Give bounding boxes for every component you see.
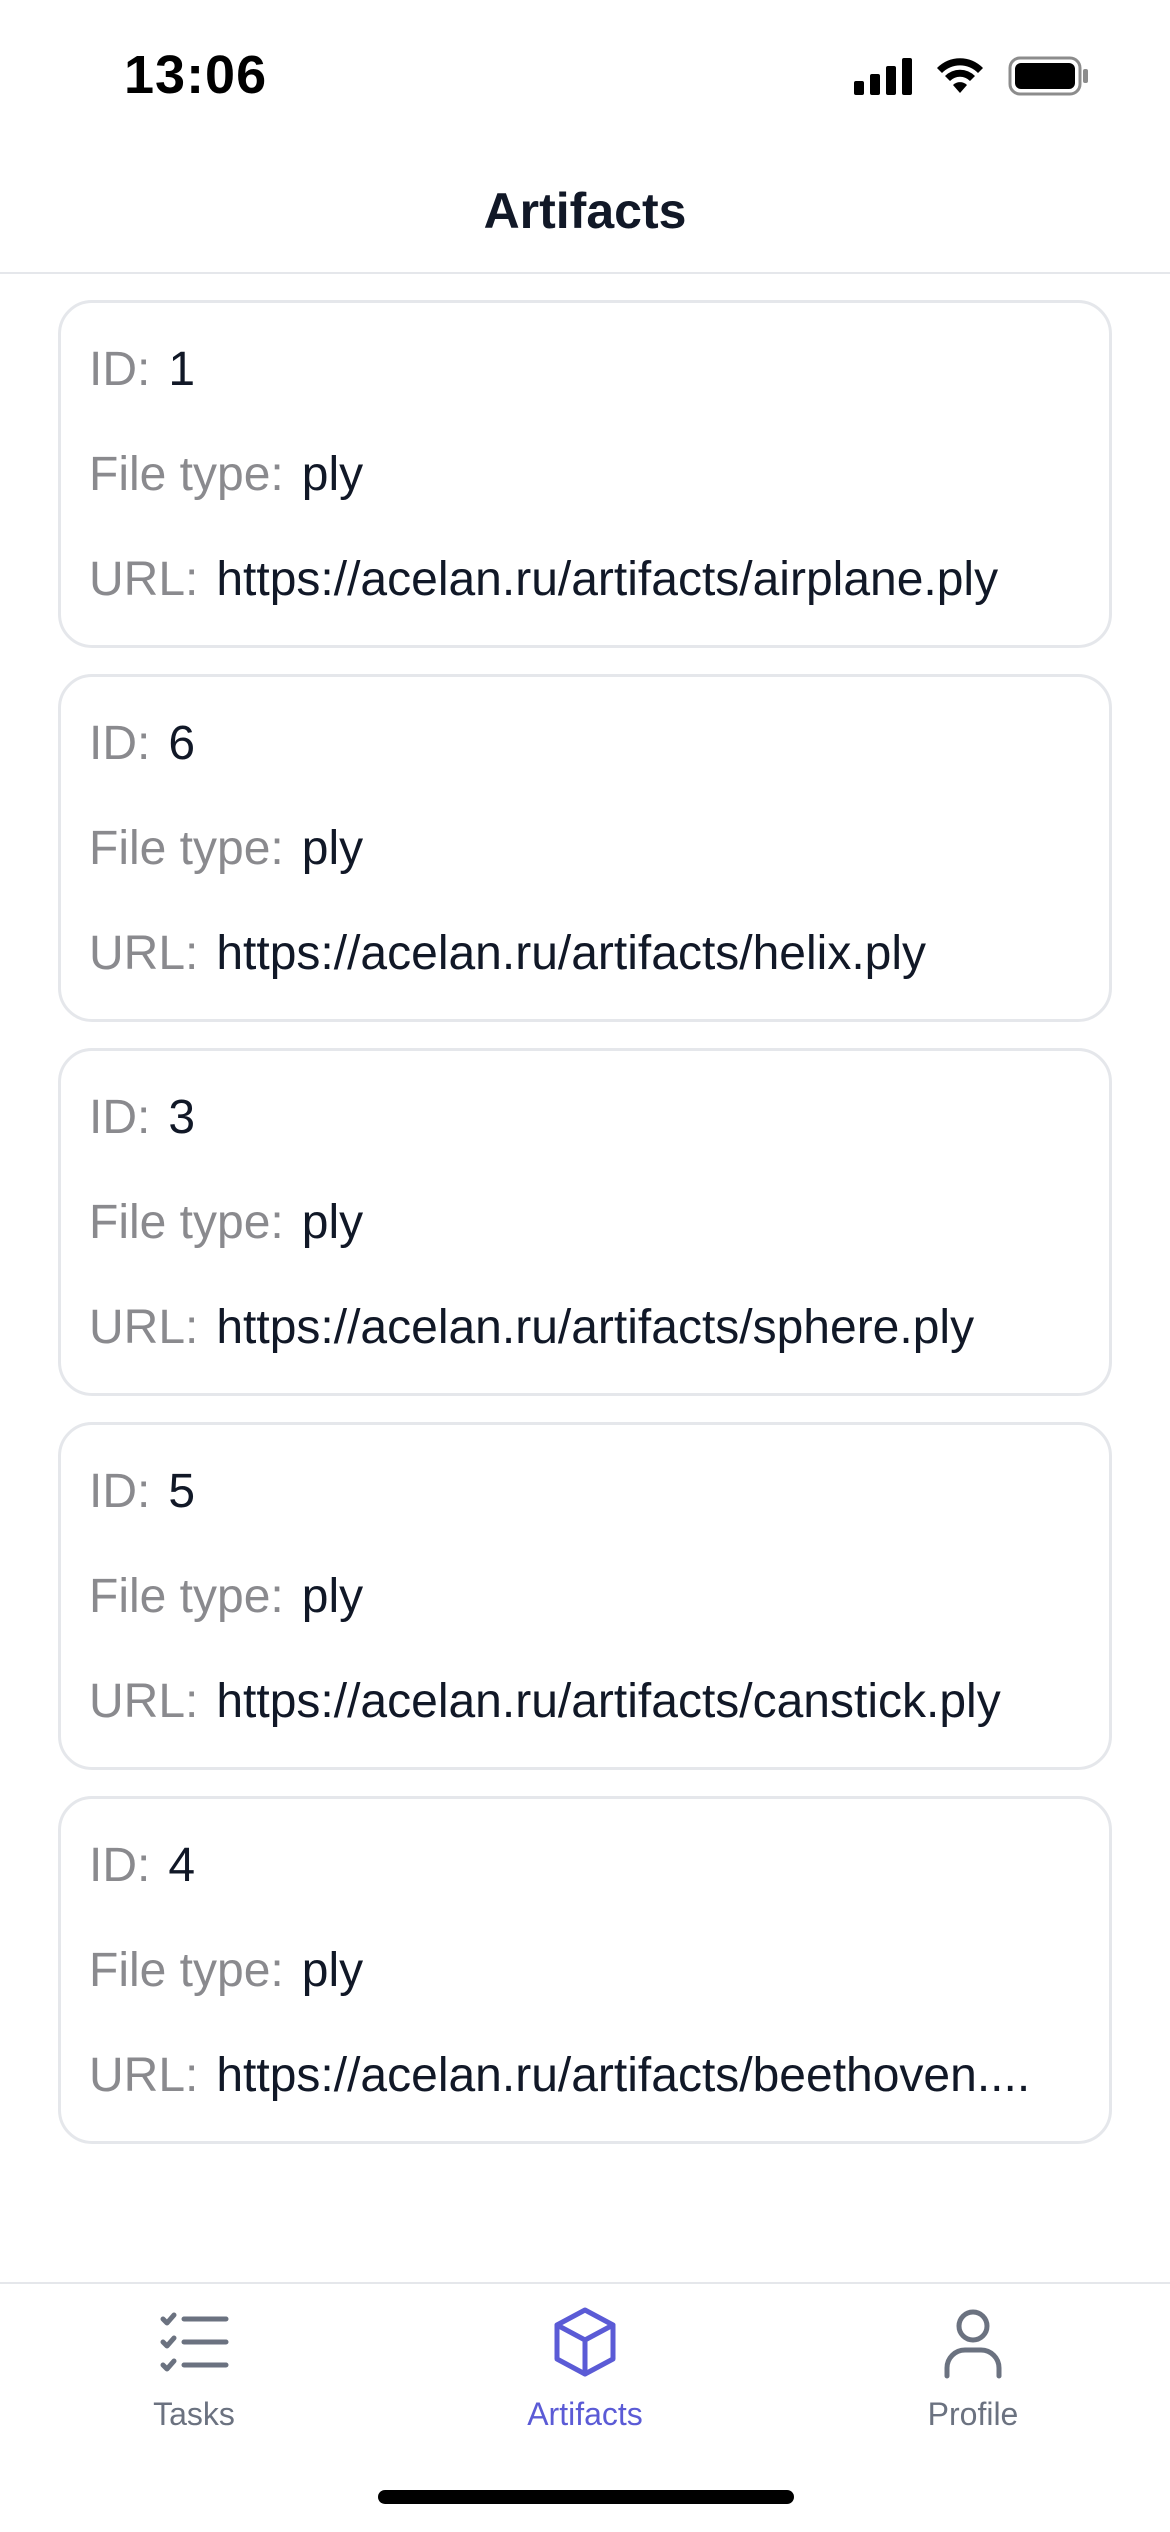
artifact-url: https://acelan.ru/artifacts/beethoven...… — [216, 2049, 1031, 2102]
artifact-url-row: URL: https://acelan.ru/artifacts/airplan… — [89, 551, 1081, 656]
file-type-label: File type: — [89, 822, 284, 875]
artifact-id-row: ID: 1 — [89, 341, 1081, 446]
artifact-file-type: ply — [301, 1570, 364, 1623]
artifact-url-row: URL: https://acelan.ru/artifacts/helix.p… — [89, 925, 1081, 1030]
artifact-id: 6 — [168, 717, 196, 770]
artifact-card[interactable]: ID: 3 File type: ply URL: https://acelan… — [58, 1048, 1112, 1396]
artifact-list[interactable]: ID: 1 File type: ply URL: https://acelan… — [58, 300, 1112, 2170]
url-label: URL: — [89, 2049, 199, 2102]
id-label: ID: — [89, 1839, 151, 1892]
artifact-id: 3 — [168, 1091, 196, 1144]
artifact-file-type-row: File type: ply — [89, 1942, 1081, 2047]
tab-label: Profile — [927, 2396, 1019, 2432]
tab-artifacts[interactable]: Artifacts — [435, 2304, 735, 2433]
artifact-id: 1 — [168, 343, 196, 396]
artifact-url: https://acelan.ru/artifacts/sphere.ply — [216, 1301, 975, 1354]
status-icons — [854, 56, 1090, 96]
artifact-file-type-row: File type: ply — [89, 1194, 1081, 1299]
artifact-file-type-row: File type: ply — [89, 820, 1081, 925]
artifact-file-type-row: File type: ply — [89, 1568, 1081, 1673]
file-type-label: File type: — [89, 1570, 284, 1623]
artifact-file-type: ply — [301, 1196, 364, 1249]
artifact-file-type: ply — [301, 1944, 364, 1997]
file-type-label: File type: — [89, 448, 284, 501]
page-title: Artifacts — [483, 183, 687, 239]
artifacts-screen: 13:06 Artifacts ID: 1 File type: ply URL… — [0, 0, 1170, 2532]
battery-icon — [1008, 56, 1088, 96]
wifi-icon — [937, 58, 983, 93]
file-type-label: File type: — [89, 1196, 284, 1249]
artifact-url-row: URL: https://acelan.ru/artifacts/canstic… — [89, 1673, 1081, 1778]
artifact-card[interactable]: ID: 5 File type: ply URL: https://acelan… — [58, 1422, 1112, 1770]
artifact-file-type: ply — [301, 448, 364, 501]
artifact-id: 4 — [168, 1839, 196, 1892]
id-label: ID: — [89, 717, 151, 770]
nav-header: Artifacts — [0, 150, 1170, 274]
artifact-url: https://acelan.ru/artifacts/airplane.ply — [216, 553, 999, 606]
file-type-label: File type: — [89, 1944, 284, 1997]
artifact-id-row: ID: 5 — [89, 1463, 1081, 1568]
artifact-url: https://acelan.ru/artifacts/helix.ply — [216, 927, 927, 980]
tab-label: Artifacts — [527, 2396, 643, 2432]
tab-tasks[interactable]: Tasks — [44, 2304, 344, 2433]
url-label: URL: — [89, 927, 199, 980]
artifact-id: 5 — [168, 1465, 196, 1518]
artifact-file-type-row: File type: ply — [89, 446, 1081, 551]
artifact-url-row: URL: https://acelan.ru/artifacts/sphere.… — [89, 1299, 1081, 1404]
url-label: URL: — [89, 1301, 199, 1354]
artifact-url-row: URL: https://acelan.ru/artifacts/beethov… — [89, 2047, 1081, 2152]
id-label: ID: — [89, 1091, 151, 1144]
tab-profile[interactable]: Profile — [823, 2304, 1123, 2433]
artifact-card[interactable]: ID: 4 File type: ply URL: https://acelan… — [58, 1796, 1112, 2144]
artifact-card[interactable]: ID: 1 File type: ply URL: https://acelan… — [58, 300, 1112, 648]
artifact-id-row: ID: 4 — [89, 1837, 1081, 1942]
id-label: ID: — [89, 343, 151, 396]
url-label: URL: — [89, 1675, 199, 1728]
artifact-id-row: ID: 6 — [89, 715, 1081, 820]
cube-icon — [554, 2307, 616, 2377]
artifact-card[interactable]: ID: 6 File type: ply URL: https://acelan… — [58, 674, 1112, 1022]
cellular-signal-icon — [854, 57, 912, 95]
id-label: ID: — [89, 1465, 151, 1518]
artifact-url: https://acelan.ru/artifacts/canstick.ply — [216, 1675, 1001, 1728]
status-time: 13:06 — [124, 45, 268, 105]
url-label: URL: — [89, 553, 199, 606]
status-bar: 13:06 — [0, 0, 1170, 150]
home-indicator[interactable] — [378, 2490, 794, 2504]
tab-label: Tasks — [153, 2396, 235, 2432]
artifact-file-type: ply — [301, 822, 364, 875]
artifact-id-row: ID: 3 — [89, 1089, 1081, 1194]
checklist-icon — [160, 2312, 229, 2372]
person-icon — [944, 2309, 1002, 2379]
